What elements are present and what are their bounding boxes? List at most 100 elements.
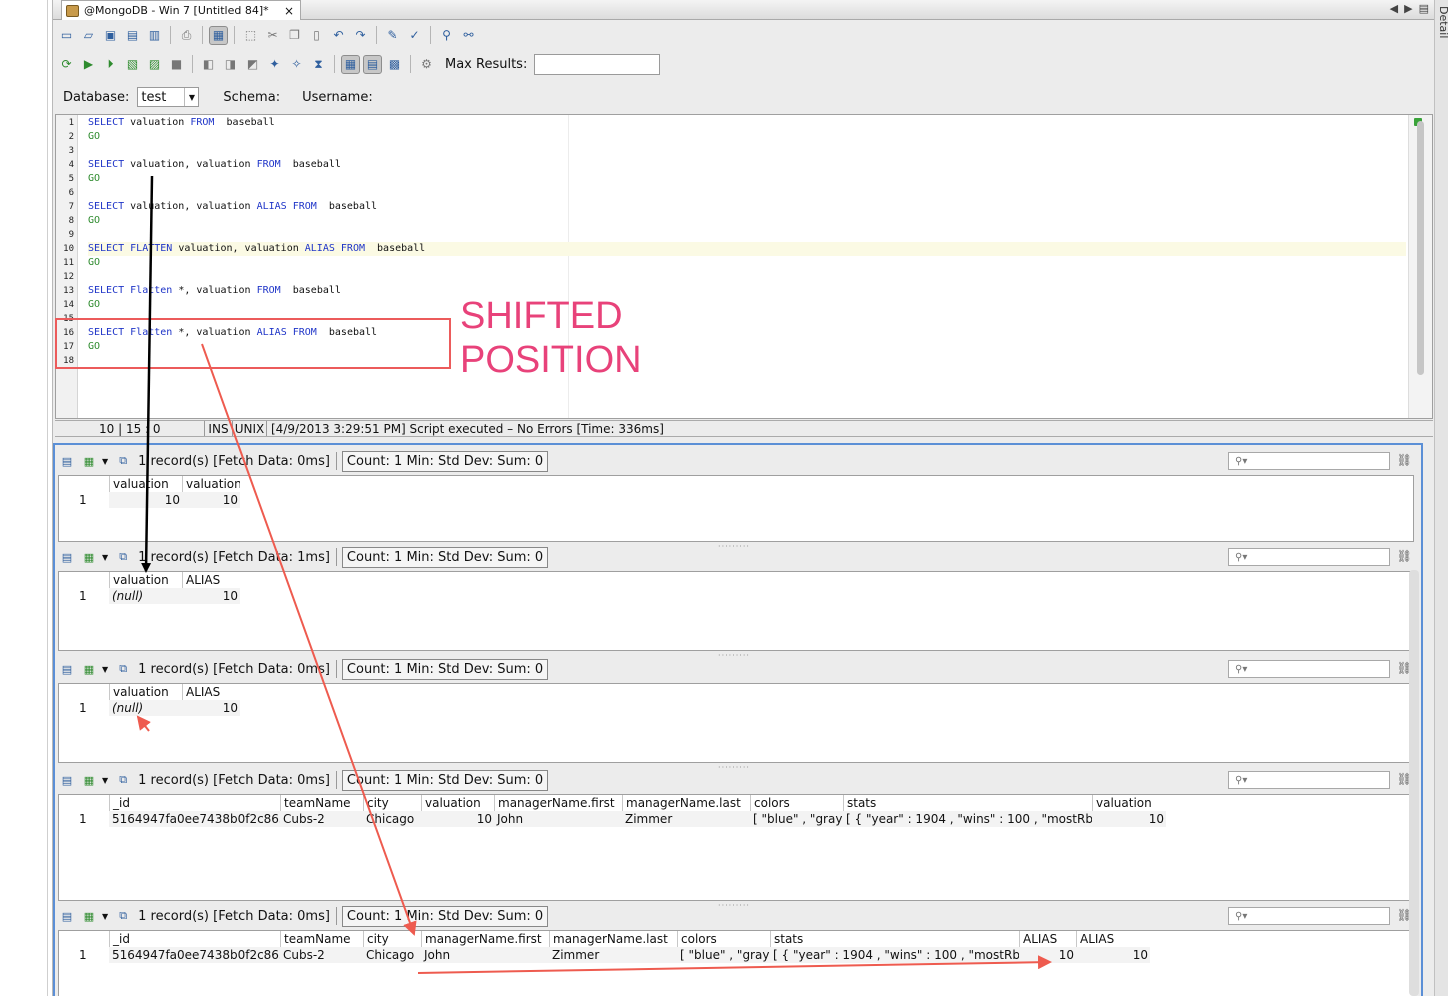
result-grid[interactable]: _id teamName city managerName.first managerN… xyxy=(58,930,1414,996)
save-icon[interactable]: ▣ xyxy=(101,26,120,45)
rollback-icon[interactable]: ◨ xyxy=(221,55,240,74)
results-layout-icon[interactable]: ▩ xyxy=(385,55,404,74)
chevron-down-icon[interactable]: ▼ xyxy=(102,912,108,921)
column-header[interactable]: city xyxy=(363,795,421,811)
table-cell[interactable]: 10 xyxy=(421,811,494,827)
chevron-down-icon[interactable]: ▼ xyxy=(102,457,108,466)
cut-icon[interactable]: ✂ xyxy=(263,26,282,45)
export-excel-icon[interactable]: ▦ xyxy=(80,452,98,470)
paste-icon[interactable]: ▯ xyxy=(307,26,326,45)
table-row[interactable]: 1 5164947fa0ee7438b0f2c865 Cubs-2 Chicago Jo… xyxy=(59,947,1413,963)
text-results-icon[interactable]: ▤ xyxy=(363,54,382,74)
save-all-icon[interactable]: ▥ xyxy=(145,26,164,45)
table-cell[interactable]: (null) xyxy=(109,588,182,604)
max-results-input[interactable] xyxy=(534,53,661,75)
table-cell[interactable]: 10 xyxy=(1019,947,1076,963)
result-search-input[interactable]: ⚲▾ xyxy=(1228,907,1390,925)
export-icon[interactable]: ▤ xyxy=(58,660,76,678)
table-cell[interactable]: 10 xyxy=(1076,947,1150,963)
history-icon[interactable]: ⧉ xyxy=(114,452,132,470)
column-header[interactable]: valuation xyxy=(421,795,494,811)
export-icon[interactable]: ▤ xyxy=(58,907,76,925)
table-cell[interactable]: 10 xyxy=(182,492,240,508)
result-search-input[interactable]: ⚲▾ xyxy=(1228,548,1390,566)
column-header[interactable]: valuation xyxy=(1092,795,1166,811)
column-header[interactable]: colors xyxy=(750,795,843,811)
result-search-input[interactable]: ⚲▾ xyxy=(1228,452,1390,470)
code-line[interactable]: SELECT Flatten *, valuation FROM basebal… xyxy=(88,284,1406,298)
result-grid[interactable]: valuation ALIAS 1 (null) 10 xyxy=(58,571,1414,651)
table-cell[interactable]: Zimmer xyxy=(549,947,677,963)
history-icon[interactable]: ⧉ xyxy=(114,548,132,566)
chevron-down-icon[interactable]: ▼ xyxy=(102,553,108,562)
table-cell[interactable]: 10 xyxy=(109,492,182,508)
query-builder-icon[interactable]: ✦ xyxy=(265,55,284,74)
column-header[interactable]: ALIAS xyxy=(1076,931,1150,947)
column-header[interactable]: managerName.last xyxy=(622,795,750,811)
code-line[interactable]: GO xyxy=(88,298,1406,312)
commit-icon[interactable]: ◧ xyxy=(199,55,218,74)
history-icon[interactable]: ⧉ xyxy=(114,907,132,925)
tab-untitled-84[interactable]: @MongoDB - Win 7 [Untitled 84]* × xyxy=(61,0,301,20)
link-icon[interactable]: ⛓ xyxy=(1397,453,1412,467)
code-line[interactable] xyxy=(88,186,1406,200)
column-header[interactable]: teamName xyxy=(280,795,363,811)
history-icon[interactable]: ⧗ xyxy=(309,55,328,74)
grid-results-icon[interactable]: ▦ xyxy=(341,54,360,74)
result-grid[interactable]: valuation valuation 1 10 10 xyxy=(58,475,1414,542)
table-cell[interactable]: 5164947fa0ee7438b0f2c865 xyxy=(109,811,280,827)
table-row[interactable]: 1 (null) 10 xyxy=(59,700,1413,716)
column-header[interactable]: _id xyxy=(109,795,280,811)
code-line[interactable]: SELECT FLATTEN valuation, valuation ALIA… xyxy=(88,242,1406,256)
tab-scroll-right-icon[interactable]: ▶ xyxy=(1404,2,1412,15)
code-line[interactable]: GO xyxy=(88,172,1406,186)
table-cell[interactable]: 10 xyxy=(182,700,240,716)
editor-scroll-thumb[interactable] xyxy=(1417,121,1424,375)
stop-icon[interactable]: ■ xyxy=(167,55,186,74)
execute-export-icon[interactable]: ▨ xyxy=(145,55,164,74)
table-cell[interactable]: John xyxy=(494,811,622,827)
query-plan-icon[interactable]: ✧ xyxy=(287,55,306,74)
code-line[interactable]: SELECT valuation FROM baseball xyxy=(88,116,1406,130)
table-cell[interactable]: Chicago xyxy=(363,811,421,827)
table-cell[interactable]: John xyxy=(421,947,549,963)
editor-scrollbar[interactable] xyxy=(1408,115,1432,418)
find-icon[interactable]: ⚲ xyxy=(437,26,456,45)
column-header[interactable]: managerName.first xyxy=(494,795,622,811)
save-as-icon[interactable]: ▤ xyxy=(123,26,142,45)
table-cell[interactable]: 10 xyxy=(1092,811,1166,827)
table-cell[interactable]: [ { "year" : 1904 , "wins" : 100 , "most… xyxy=(843,811,1092,827)
undo-icon[interactable]: ↶ xyxy=(329,26,348,45)
column-header[interactable]: colors xyxy=(677,931,770,947)
new-file-icon[interactable]: ▭ xyxy=(57,26,76,45)
column-header[interactable]: valuation xyxy=(109,684,182,700)
export-excel-icon[interactable]: ▦ xyxy=(80,907,98,925)
column-header[interactable]: stats xyxy=(843,795,1092,811)
export-excel-icon[interactable]: ▦ xyxy=(80,771,98,789)
table-row[interactable]: 1 5164947fa0ee7438b0f2c865 Cubs-2 Chicago 10… xyxy=(59,811,1413,827)
toggle-view-icon[interactable]: ▦ xyxy=(209,25,228,45)
history-icon[interactable]: ⧉ xyxy=(114,660,132,678)
column-header[interactable]: city xyxy=(363,931,421,947)
table-cell[interactable]: 5164947fa0ee7438b0f2c865 xyxy=(109,947,280,963)
print-icon[interactable]: ⎙ xyxy=(177,26,196,45)
table-cell[interactable]: [ { "year" : 1904 , "wins" : 100 , "most… xyxy=(770,947,1019,963)
column-header[interactable]: teamName xyxy=(280,931,363,947)
export-icon[interactable]: ▤ xyxy=(58,452,76,470)
column-header[interactable]: ALIAS xyxy=(182,572,240,588)
execute-all-icon[interactable]: ⟳ xyxy=(57,55,76,74)
options-icon[interactable]: ⚙ xyxy=(417,55,436,74)
sql-editor[interactable]: 1 2 3 4 5 6 7 8 9 10 11 12 13 14 15 16 17 18 SELECT valua… xyxy=(55,114,1433,419)
find-replace-icon[interactable]: ⚯ xyxy=(459,26,478,45)
table-cell[interactable]: Cubs-2 xyxy=(280,947,363,963)
execute-current-icon[interactable]: ⏵ xyxy=(101,55,120,74)
result-search-input[interactable]: ⚲▾ xyxy=(1228,660,1390,678)
table-row[interactable]: 1 (null) 10 xyxy=(59,588,1413,604)
column-header[interactable]: _id xyxy=(109,931,280,947)
column-header[interactable]: ALIAS xyxy=(182,684,240,700)
results-scrollbar[interactable] xyxy=(1409,570,1419,996)
table-cell[interactable]: (null) xyxy=(109,700,182,716)
table-cell[interactable]: Zimmer xyxy=(622,811,750,827)
detail-side-panel[interactable]: Detail xyxy=(1434,0,1448,996)
export-excel-icon[interactable]: ▦ xyxy=(80,548,98,566)
